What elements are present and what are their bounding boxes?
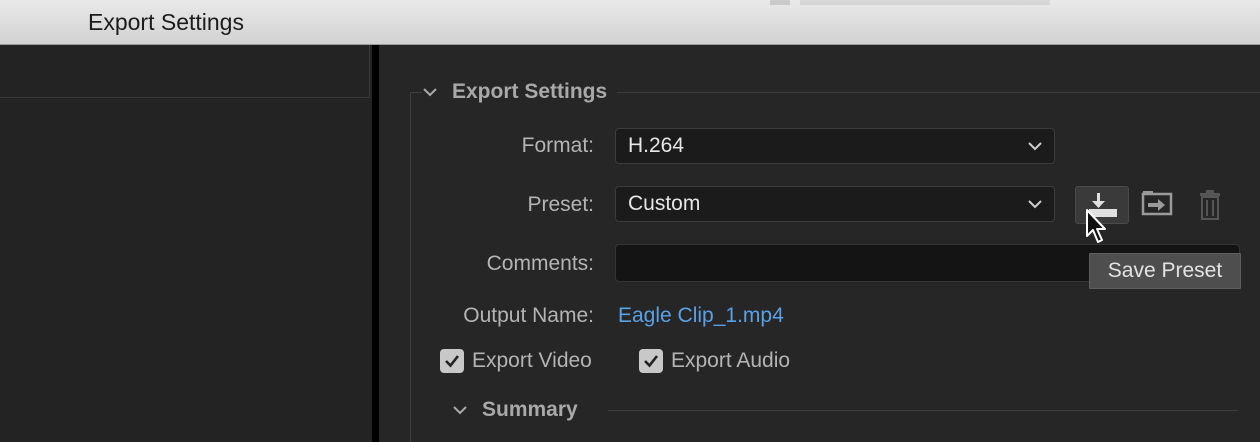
import-preset-button[interactable] bbox=[1140, 188, 1174, 222]
section-divider bbox=[636, 92, 1260, 93]
chevron-down-icon bbox=[453, 406, 467, 415]
mouse-cursor-icon bbox=[1086, 209, 1106, 243]
window-title: Export Settings bbox=[88, 9, 244, 35]
checkmark-icon bbox=[445, 355, 460, 368]
delete-preset-icon bbox=[1200, 190, 1220, 220]
format-value: H.264 bbox=[628, 134, 685, 157]
title-bar: Export Settings bbox=[0, 0, 1260, 45]
chevron-down-icon bbox=[423, 88, 437, 97]
save-preset-tooltip: Save Preset bbox=[1089, 253, 1241, 289]
section-title: Export Settings bbox=[452, 80, 608, 103]
section-divider bbox=[608, 410, 1238, 411]
format-label: Format: bbox=[521, 134, 594, 157]
checkbox-box bbox=[440, 349, 464, 373]
export-settings-section-header[interactable]: Export Settings bbox=[422, 80, 618, 104]
checkbox-box bbox=[639, 349, 663, 373]
left-pane bbox=[0, 45, 372, 442]
preset-dropdown[interactable]: Custom bbox=[615, 186, 1055, 222]
format-dropdown[interactable]: H.264 bbox=[615, 128, 1055, 164]
left-pane-header bbox=[0, 45, 370, 98]
summary-title: Summary bbox=[482, 398, 578, 421]
background-artifact bbox=[770, 0, 790, 5]
comments-label: Comments: bbox=[486, 252, 594, 275]
export-video-label: Export Video bbox=[472, 349, 592, 372]
export-video-checkbox[interactable]: Export Video bbox=[440, 349, 592, 373]
background-artifact bbox=[800, 0, 1050, 5]
delete-preset-button[interactable] bbox=[1195, 188, 1225, 222]
checkmark-icon bbox=[644, 355, 659, 368]
export-audio-label: Export Audio bbox=[671, 349, 791, 372]
chevron-down-icon bbox=[1028, 142, 1042, 151]
chevron-down-icon bbox=[1028, 200, 1042, 209]
summary-section-header[interactable]: Summary bbox=[452, 398, 588, 422]
preset-label: Preset: bbox=[527, 193, 594, 216]
output-name-label: Output Name: bbox=[463, 304, 594, 327]
import-preset-icon bbox=[1141, 191, 1173, 216]
tooltip-text: Save Preset bbox=[1107, 259, 1223, 282]
preset-value: Custom bbox=[628, 192, 701, 215]
pane-divider[interactable] bbox=[372, 45, 379, 442]
export-audio-checkbox[interactable]: Export Audio bbox=[639, 349, 790, 373]
output-name-link[interactable]: Eagle Clip_1.mp4 bbox=[618, 304, 784, 328]
